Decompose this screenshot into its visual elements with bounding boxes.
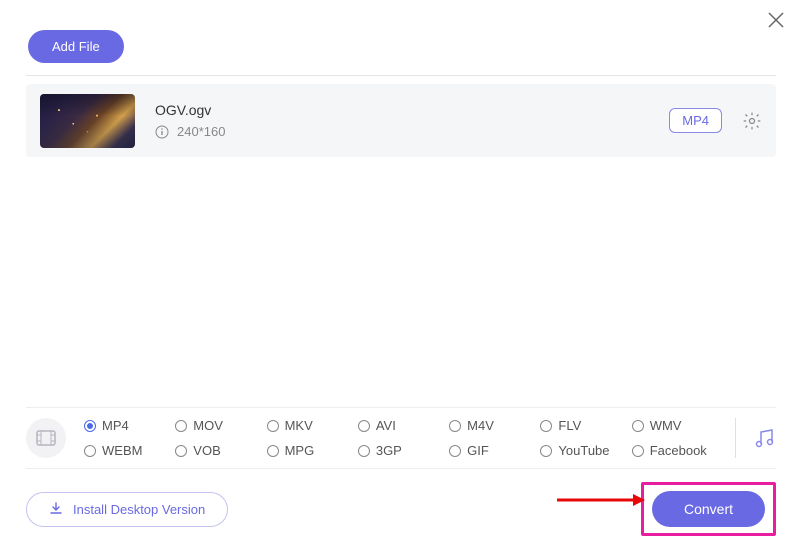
format-option-gif[interactable]: GIF [449,443,536,458]
format-option-mpg[interactable]: MPG [267,443,354,458]
format-label: 3GP [376,443,402,458]
video-thumbnail[interactable] [40,94,135,148]
radio-icon [267,420,279,432]
file-name: OGV.ogv [155,102,669,118]
radio-icon [449,445,461,457]
radio-icon [632,445,644,457]
radio-icon [632,420,644,432]
annotation-arrow-icon [555,490,645,510]
divider [26,468,776,469]
radio-icon [358,420,370,432]
format-label: MPG [285,443,315,458]
format-option-wmv[interactable]: WMV [632,418,719,433]
format-option-flv[interactable]: FLV [540,418,627,433]
format-label: WMV [650,418,682,433]
format-option-mp4[interactable]: MP4 [84,418,171,433]
format-label: YouTube [558,443,609,458]
close-icon[interactable] [766,10,786,30]
download-icon [49,501,63,518]
format-option-vob[interactable]: VOB [175,443,262,458]
radio-icon [449,420,461,432]
convert-button[interactable]: Convert [652,491,765,527]
gear-icon[interactable] [742,111,762,131]
file-resolution: 240*160 [177,124,225,139]
radio-icon [175,445,187,457]
radio-icon [84,420,96,432]
radio-icon [540,445,552,457]
radio-icon [540,420,552,432]
convert-highlight: Convert [641,482,776,536]
file-row: OGV.ogv 240*160 MP4 [26,84,776,157]
install-label: Install Desktop Version [73,502,205,517]
radio-icon [175,420,187,432]
format-label: MOV [193,418,223,433]
file-meta: OGV.ogv 240*160 [155,102,669,139]
format-label: WEBM [102,443,142,458]
separator [735,418,736,458]
format-label: AVI [376,418,396,433]
format-label: MKV [285,418,313,433]
format-option-webm[interactable]: WEBM [84,443,171,458]
format-label: FLV [558,418,581,433]
add-file-button[interactable]: Add File [28,30,124,63]
info-icon [155,125,169,139]
radio-icon [267,445,279,457]
format-option-mov[interactable]: MOV [175,418,262,433]
format-label: MP4 [102,418,129,433]
format-label: Facebook [650,443,707,458]
format-label: M4V [467,418,494,433]
format-option-3gp[interactable]: 3GP [358,443,445,458]
format-option-youtube[interactable]: YouTube [540,443,627,458]
radio-icon [84,445,96,457]
divider [26,75,776,76]
radio-icon [358,445,370,457]
format-option-mkv[interactable]: MKV [267,418,354,433]
video-format-icon[interactable] [26,418,66,458]
format-label: VOB [193,443,220,458]
format-option-facebook[interactable]: Facebook [632,443,719,458]
install-desktop-button[interactable]: Install Desktop Version [26,492,228,527]
audio-format-icon[interactable] [752,426,776,450]
target-format-badge[interactable]: MP4 [669,108,722,133]
format-panel: MP4 MOV MKV AVI M4V FLV WMV WEBM VOB MPG 3GP GIF You… [26,407,776,458]
format-label: GIF [467,443,489,458]
format-option-avi[interactable]: AVI [358,418,445,433]
format-option-m4v[interactable]: M4V [449,418,536,433]
